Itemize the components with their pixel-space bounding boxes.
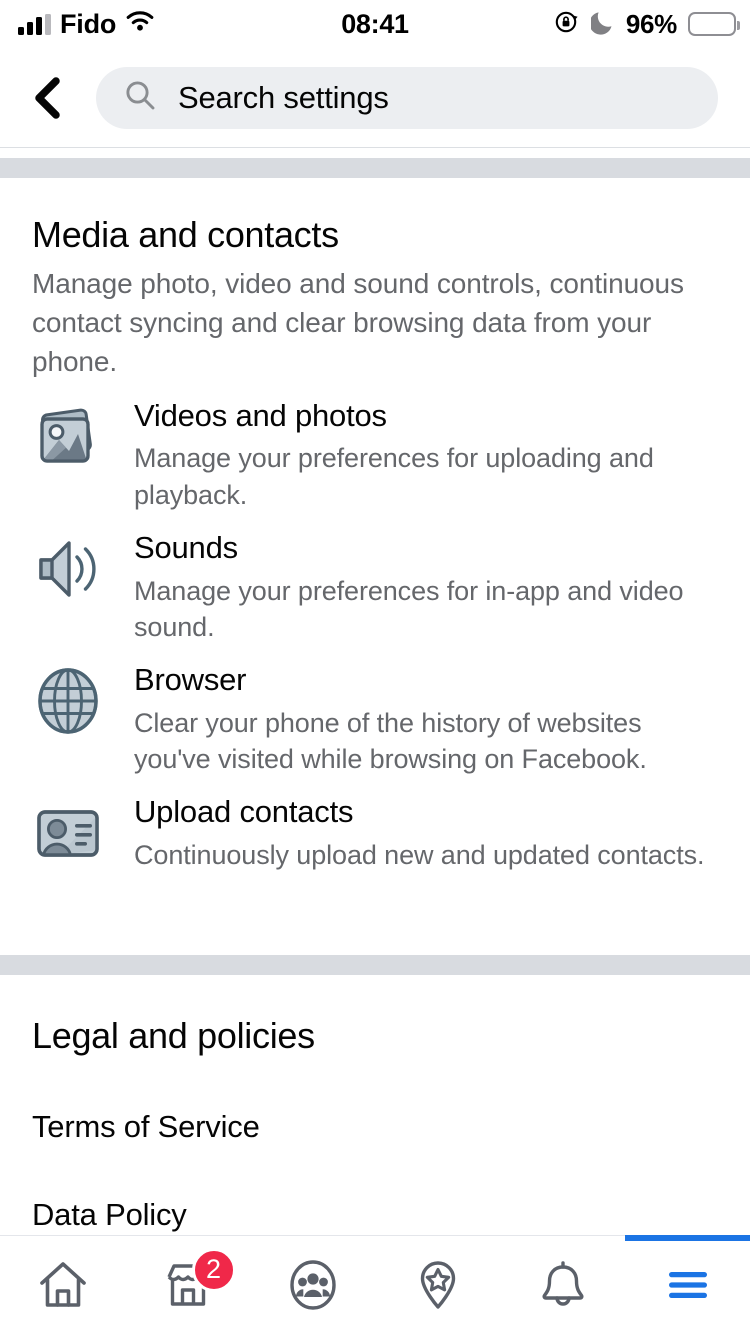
bell-icon bbox=[541, 1261, 584, 1306]
nav-item-menu[interactable] bbox=[625, 1234, 750, 1334]
legal-and-policies-section: Legal and policies Terms of Service Data… bbox=[0, 975, 750, 1233]
row-text: Upload contacts Continuously upload new … bbox=[134, 789, 705, 873]
media-section-header: Media and contacts Manage photo, video a… bbox=[0, 178, 750, 381]
row-title: Sounds bbox=[134, 530, 238, 566]
nav-item-notifications[interactable] bbox=[500, 1236, 625, 1334]
section-title: Media and contacts bbox=[32, 214, 339, 255]
nav-item-groups[interactable] bbox=[250, 1236, 375, 1334]
row-description: Continuously upload new and updated cont… bbox=[134, 839, 705, 870]
row-text: Videos and photos Manage your preference… bbox=[134, 393, 718, 513]
settings-row-videos-and-photos[interactable]: Videos and photos Manage your preference… bbox=[0, 381, 750, 513]
status-bar-right: 96% bbox=[554, 0, 740, 48]
battery-icon bbox=[688, 12, 740, 36]
globe-icon bbox=[32, 665, 104, 737]
search-input[interactable]: Search settings bbox=[96, 66, 718, 129]
section-divider-bottom bbox=[0, 955, 750, 975]
settings-row-upload-contacts[interactable]: Upload contacts Continuously upload new … bbox=[0, 777, 750, 873]
battery-percent-label: 96% bbox=[625, 8, 677, 39]
row-text: Sounds Manage your preferences for in-ap… bbox=[134, 525, 718, 645]
moon-icon bbox=[589, 9, 615, 40]
hamburger-menu-icon bbox=[668, 1272, 707, 1298]
home-icon bbox=[39, 1262, 86, 1307]
legal-link-data-policy[interactable]: Data Policy bbox=[0, 1145, 750, 1233]
photos-icon bbox=[32, 401, 104, 473]
row-description: Manage your preferences for uploading an… bbox=[134, 443, 654, 510]
marketplace-badge: 2 bbox=[191, 1247, 236, 1292]
row-title: Upload contacts bbox=[134, 794, 354, 830]
clock-label: 08:41 bbox=[341, 8, 409, 39]
rotation-lock-icon bbox=[554, 9, 580, 40]
row-text: Browser Clear your phone of the history … bbox=[134, 657, 718, 777]
section-divider-top bbox=[0, 158, 750, 178]
groups-icon bbox=[289, 1260, 336, 1310]
nav-item-marketplace[interactable]: 2 bbox=[125, 1236, 250, 1334]
search-icon bbox=[124, 79, 156, 116]
search-placeholder-text: Search settings bbox=[178, 79, 389, 115]
legal-section-title: Legal and policies bbox=[32, 1015, 315, 1056]
row-description: Manage your preferences for in-app and v… bbox=[134, 575, 684, 642]
contact-card-icon bbox=[32, 797, 104, 869]
row-title: Videos and photos bbox=[134, 398, 387, 434]
settings-row-sounds[interactable]: Sounds Manage your preferences for in-ap… bbox=[0, 513, 750, 645]
row-description: Clear your phone of the history of websi… bbox=[134, 707, 647, 775]
nav-item-pages[interactable] bbox=[375, 1236, 500, 1334]
status-bar: Fido 08:41 96% bbox=[0, 0, 750, 48]
section-description: Manage photo, video and sound controls, … bbox=[32, 268, 684, 377]
location-pin-star-icon bbox=[420, 1261, 455, 1309]
legal-link-terms-of-service[interactable]: Terms of Service bbox=[0, 1057, 750, 1145]
nav-item-home[interactable] bbox=[0, 1236, 125, 1334]
back-button[interactable] bbox=[0, 48, 96, 148]
settings-row-browser[interactable]: Browser Clear your phone of the history … bbox=[0, 645, 750, 777]
bottom-navigation-bar: 2 bbox=[0, 1234, 750, 1334]
speaker-icon bbox=[32, 533, 104, 605]
search-header: Search settings bbox=[0, 48, 750, 148]
media-and-contacts-section: Media and contacts Manage photo, video a… bbox=[0, 178, 750, 873]
row-title: Browser bbox=[134, 662, 247, 698]
facebook-settings-screen: Fido 08:41 96% Search settings Media and… bbox=[0, 0, 750, 1334]
back-chevron-icon bbox=[35, 76, 60, 119]
